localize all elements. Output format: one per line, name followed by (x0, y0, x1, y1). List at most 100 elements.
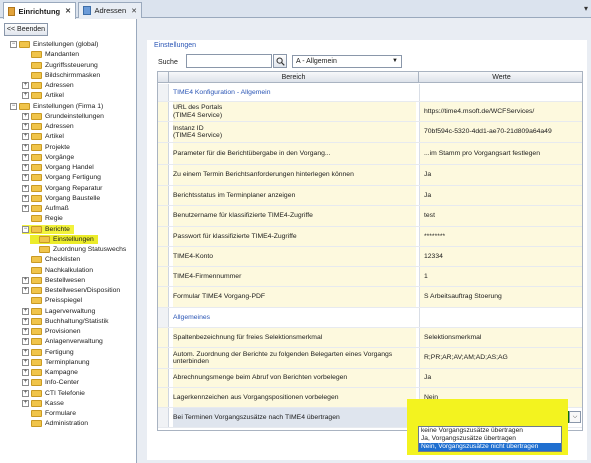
tree-item[interactable]: + Anlagenverwaltung (22, 337, 103, 346)
tree-item[interactable]: + Vorgang Reparatur (22, 184, 102, 193)
tree-item[interactable]: + Vorgänge (22, 153, 74, 162)
tree-item[interactable]: + Grundeinstellungen (22, 112, 104, 121)
tree-item[interactable]: + Vorgang Fertigung (22, 173, 101, 182)
expand-toggle-icon[interactable]: + (22, 153, 29, 161)
expand-toggle-icon[interactable]: − (10, 41, 17, 48)
expand-toggle-icon[interactable]: + (22, 174, 29, 182)
table-row[interactable]: TIME4-Konto 12334 (158, 247, 582, 267)
expand-toggle-icon[interactable]: − (22, 225, 29, 233)
tree-item[interactable]: Checklisten (22, 255, 80, 264)
tree-item[interactable]: + Lagerverwaltung (22, 307, 95, 316)
tree-item[interactable]: + Kasse (22, 399, 64, 408)
tree-item[interactable]: − Berichte (22, 224, 74, 234)
table-row[interactable]: Formular TIME4 Vorgang-PDF S Arbeitsauftr… (158, 287, 582, 308)
tab-einrichtung[interactable]: Einrichtung ✕ (3, 2, 76, 19)
expand-toggle-icon[interactable]: + (22, 143, 29, 151)
expand-toggle-icon[interactable]: + (22, 328, 29, 335)
setting-value[interactable]: S Arbeitsauftrag Stoerung (419, 287, 582, 307)
tree-item[interactable]: + Adressen (22, 122, 74, 131)
setting-value[interactable]: ...im Stamm pro Vorgangsart festlegen (419, 143, 582, 164)
expand-toggle-icon[interactable]: + (22, 338, 29, 346)
tree-item[interactable]: Administration (22, 419, 88, 428)
tree-item[interactable]: + Bestellwesen (22, 276, 85, 285)
expand-toggle-icon[interactable]: + (22, 287, 29, 294)
dropdown-option[interactable]: Nein, Vorgangszusätze nicht übertragen (419, 443, 561, 451)
expand-toggle-icon[interactable]: + (22, 379, 29, 387)
tree-item[interactable]: + CTI Telefonie (22, 389, 85, 398)
tree-item[interactable]: Formulare (22, 409, 76, 418)
setting-value[interactable]: Ja (419, 186, 582, 205)
chevron-down-icon[interactable]: ⌵ (569, 411, 581, 423)
setting-value[interactable]: ******** (419, 227, 582, 246)
table-row[interactable]: Zu einem Termin Berichtsanforderungen hi… (158, 165, 582, 186)
table-row[interactable]: Instanz ID (TIME4 Service) 70bf594c-5320-… (158, 122, 582, 143)
tree-item[interactable]: + Kampagne (22, 368, 78, 377)
tree-item[interactable]: + Info-Center (22, 378, 79, 387)
setting-value[interactable]: 1 (419, 267, 582, 286)
expand-toggle-icon[interactable]: + (22, 92, 29, 100)
tree-item[interactable]: − Einstellungen (global) (10, 40, 98, 49)
expand-toggle-icon[interactable]: + (22, 184, 29, 192)
dropdown-list[interactable]: keine Vorgangszusätze übertragen Ja, Vorg… (418, 426, 562, 452)
table-row[interactable]: URL des Portals (TIME4 Service) https://t… (158, 102, 582, 122)
expand-toggle-icon[interactable]: + (22, 276, 29, 284)
expand-toggle-icon[interactable]: + (22, 307, 29, 315)
tree-item[interactable]: + Vorgang Handel (22, 163, 94, 172)
close-icon[interactable]: ✕ (131, 7, 137, 15)
table-row[interactable]: Spaltenbezeichnung für freies Selektions… (158, 328, 582, 348)
table-row[interactable]: TIME4 Konfiguration - Allgemein (158, 84, 582, 102)
setting-value[interactable]: Ja (419, 165, 582, 185)
expand-toggle-icon[interactable]: + (22, 317, 29, 325)
tree-item[interactable]: + Provisionen (22, 327, 81, 336)
tree-item[interactable]: Nachkalkulation (22, 266, 93, 275)
dropdown-option[interactable]: Ja, Vorgangszusätze übertragen (419, 435, 561, 443)
dropdown-option[interactable]: keine Vorgangszusätze übertragen (419, 427, 561, 435)
setting-value[interactable]: R;PR;AR;AV;AM;AD;AS;AG (419, 348, 582, 368)
tree-item[interactable]: + Bestellwesen/Disposition (22, 286, 120, 295)
tree-item[interactable]: Zugriffssteuerung (22, 61, 98, 70)
table-row[interactable]: Passwort für klassifizierte TIME4-Zugrif… (158, 227, 582, 247)
expand-toggle-icon[interactable]: + (22, 399, 29, 407)
expand-toggle-icon[interactable]: + (22, 369, 29, 376)
table-row[interactable]: Allgemeines (158, 308, 582, 328)
table-row[interactable]: Benutzername für klassifizierte TIME4-Zu… (158, 206, 582, 227)
expand-toggle-icon[interactable]: + (22, 123, 29, 130)
column-header-bereich[interactable]: Bereich (169, 72, 419, 83)
tree-item[interactable]: + Aufmaß (22, 204, 69, 213)
table-row[interactable]: Autom. Zuordnung der Berichte zu folgend… (158, 348, 582, 369)
tree-item[interactable]: Mandanten (22, 50, 79, 59)
setting-value[interactable]: test (419, 206, 582, 226)
setting-value[interactable]: Ja (419, 369, 582, 387)
back-button[interactable]: << Beenden (4, 23, 48, 36)
expand-toggle-icon[interactable]: + (22, 133, 29, 141)
category-select[interactable]: A - Allgemein ▼ (292, 55, 402, 68)
tree-item[interactable]: Zuordnung Statuswechs (30, 245, 126, 254)
expand-toggle-icon[interactable]: + (22, 82, 29, 89)
tree-item[interactable]: Regie (22, 214, 63, 223)
setting-value[interactable]: https://time4.msoft.de/WCFServices/ (419, 102, 582, 121)
tree-item[interactable]: − Einstellungen (Firma 1) (10, 102, 103, 111)
tree-item[interactable]: Preisspiegel (22, 296, 82, 305)
tree-item[interactable]: + Buchhaltung/Statistik (22, 317, 108, 326)
search-input[interactable] (186, 54, 272, 68)
close-icon[interactable]: ✕ (65, 7, 71, 15)
tab-adressen[interactable]: Adressen ✕ (78, 2, 142, 18)
expand-toggle-icon[interactable]: + (22, 358, 29, 366)
expand-toggle-icon[interactable]: + (22, 389, 29, 397)
tree-item[interactable]: + Vorgang Baustelle (22, 194, 100, 203)
table-row[interactable]: Abrechnungsmenge beim Abruf von Berichte… (158, 369, 582, 388)
table-row[interactable]: Parameter für die Berichtübergabe in den… (158, 143, 582, 165)
tree-item[interactable]: + Artikel (22, 91, 64, 100)
expand-toggle-icon[interactable]: − (10, 102, 17, 110)
tree-item[interactable]: + Fertigung (22, 348, 74, 357)
chevron-down-icon[interactable]: ▾ (584, 4, 588, 13)
expand-toggle-icon[interactable]: + (22, 348, 29, 356)
column-header-werte[interactable]: Werte (419, 72, 582, 83)
tree-item[interactable]: + Projekte (22, 143, 70, 152)
tree-item[interactable]: + Artikel (22, 132, 64, 141)
tree-item[interactable]: Bildschirmmasken (22, 71, 100, 80)
expand-toggle-icon[interactable]: + (22, 112, 29, 120)
tree-item[interactable]: + Terminplanung (22, 358, 90, 367)
search-button[interactable] (273, 54, 287, 68)
expand-toggle-icon[interactable]: + (22, 205, 29, 212)
